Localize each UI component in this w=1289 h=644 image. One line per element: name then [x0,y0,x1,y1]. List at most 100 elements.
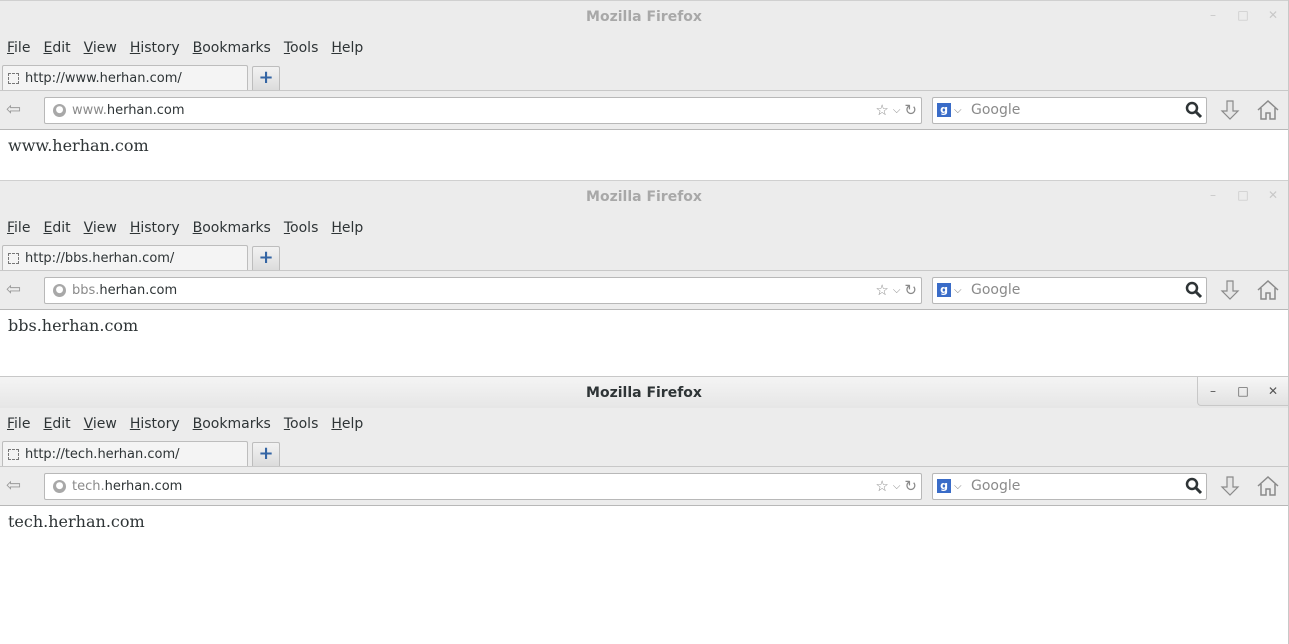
page-text: www.herhan.com [8,136,149,155]
search-placeholder: Google [971,102,1021,118]
magnifier-icon[interactable] [1185,101,1203,119]
star-icon[interactable]: ☆ [875,474,888,499]
globe-icon[interactable]: ● [53,480,66,493]
url-bar[interactable]: ● www.herhan.com ☆ ⌵ ↻ [44,97,922,124]
chevron-down-icon[interactable]: ⌵ [893,474,901,499]
page-content: bbs.herhan.com [0,310,1288,341]
search-bar[interactable]: g ⌵ Google [932,277,1207,304]
firefox-window-bbs: Mozilla Firefox – □ ✕ File Edit View His… [0,180,1289,376]
window-titlebar[interactable]: Mozilla Firefox – □ ✕ [0,0,1288,32]
menu-bookmarks[interactable]: Bookmarks [193,416,271,432]
menu-tools[interactable]: Tools [284,220,319,236]
menu-edit[interactable]: Edit [43,416,70,432]
chevron-down-icon[interactable]: ⌵ [954,474,962,499]
favicon-placeholder-icon [8,72,19,84]
globe-icon[interactable]: ● [53,284,66,297]
minimize-icon[interactable]: – [1198,181,1228,209]
menu-history[interactable]: History [130,416,180,432]
reload-icon[interactable]: ↻ [904,98,917,123]
url-domain: herhan.com [106,103,185,118]
star-icon[interactable]: ☆ [875,278,888,303]
menu-history[interactable]: History [130,220,180,236]
browser-tab[interactable]: http://www.herhan.com/ [2,65,248,90]
google-icon[interactable]: g [937,283,951,297]
menu-help[interactable]: Help [331,220,363,236]
chevron-down-icon[interactable]: ⌵ [954,278,962,303]
magnifier-icon[interactable] [1185,281,1203,299]
star-icon[interactable]: ☆ [875,98,888,123]
menu-tools[interactable]: Tools [284,416,319,432]
menu-edit[interactable]: Edit [43,220,70,236]
navigation-toolbar: ⇦ ● bbs.herhan.com ☆ ⌵ ↻ g ⌵ Google [0,270,1288,310]
tab-title: http://tech.herhan.com/ [25,446,180,462]
maximize-icon[interactable]: □ [1228,181,1258,209]
download-arrow-icon[interactable] [1219,99,1241,121]
home-icon[interactable] [1256,279,1280,301]
search-bar[interactable]: g ⌵ Google [932,473,1207,500]
home-icon[interactable] [1256,475,1280,497]
url-bar-icons: ☆ ⌵ ↻ [875,474,917,499]
maximize-icon[interactable]: □ [1228,377,1258,405]
menu-file[interactable]: File [7,220,30,236]
page-text: bbs.herhan.com [8,316,139,335]
menu-file[interactable]: File [7,40,30,56]
firefox-window-www: Mozilla Firefox – □ ✕ File Edit View His… [0,0,1289,180]
tab-strip: http://tech.herhan.com/ + [0,440,1288,466]
back-arrow-icon[interactable]: ⇦ [6,476,32,496]
url-bar[interactable]: ● bbs.herhan.com ☆ ⌵ ↻ [44,277,922,304]
chevron-down-icon[interactable]: ⌵ [954,98,962,123]
chevron-down-icon[interactable]: ⌵ [893,98,901,123]
reload-icon[interactable]: ↻ [904,278,917,303]
menu-bookmarks[interactable]: Bookmarks [193,40,271,56]
menu-view[interactable]: View [84,416,117,432]
home-icon[interactable] [1256,99,1280,121]
minimize-icon[interactable]: – [1198,377,1228,405]
window-titlebar[interactable]: Mozilla Firefox – □ ✕ [0,376,1288,408]
menu-view[interactable]: View [84,40,117,56]
menu-view[interactable]: View [84,220,117,236]
new-tab-button[interactable]: + [252,442,280,466]
chevron-down-icon[interactable]: ⌵ [893,278,901,303]
menu-history[interactable]: History [130,40,180,56]
browser-tab[interactable]: http://tech.herhan.com/ [2,441,248,466]
reload-icon[interactable]: ↻ [904,474,917,499]
url-text: www.herhan.com [72,98,185,123]
menu-file[interactable]: File [7,416,30,432]
page-text: tech.herhan.com [8,512,145,531]
url-domain: herhan.com [104,479,183,494]
close-icon[interactable]: ✕ [1258,1,1288,29]
google-icon[interactable]: g [937,479,951,493]
back-arrow-icon[interactable]: ⇦ [6,100,32,120]
menu-bar: File Edit View History Bookmarks Tools H… [0,32,1288,64]
maximize-icon[interactable]: □ [1228,1,1258,29]
browser-tab[interactable]: http://bbs.herhan.com/ [2,245,248,270]
window-controls: – □ ✕ [1198,181,1288,213]
page-content: www.herhan.com [0,130,1288,161]
menu-help[interactable]: Help [331,40,363,56]
search-bar[interactable]: g ⌵ Google [932,97,1207,124]
window-titlebar[interactable]: Mozilla Firefox – □ ✕ [0,180,1288,212]
minimize-icon[interactable]: – [1198,1,1228,29]
menu-tools[interactable]: Tools [284,40,319,56]
new-tab-button[interactable]: + [252,246,280,270]
download-arrow-icon[interactable] [1219,475,1241,497]
menu-help[interactable]: Help [331,416,363,432]
url-subdomain: tech. [72,479,105,494]
menu-edit[interactable]: Edit [43,40,70,56]
close-icon[interactable]: ✕ [1258,377,1288,405]
menu-bar: File Edit View History Bookmarks Tools H… [0,212,1288,244]
close-icon[interactable]: ✕ [1258,181,1288,209]
tab-title: http://bbs.herhan.com/ [25,250,175,266]
tab-title: http://www.herhan.com/ [25,70,182,86]
back-arrow-icon[interactable]: ⇦ [6,280,32,300]
google-icon[interactable]: g [937,103,951,117]
url-bar[interactable]: ● tech.herhan.com ☆ ⌵ ↻ [44,473,922,500]
download-arrow-icon[interactable] [1219,279,1241,301]
magnifier-icon[interactable] [1185,477,1203,495]
url-domain: herhan.com [99,283,178,298]
menu-bookmarks[interactable]: Bookmarks [193,220,271,236]
globe-icon[interactable]: ● [53,104,66,117]
new-tab-button[interactable]: + [252,66,280,90]
window-title: Mozilla Firefox [586,9,702,25]
favicon-placeholder-icon [8,448,19,460]
